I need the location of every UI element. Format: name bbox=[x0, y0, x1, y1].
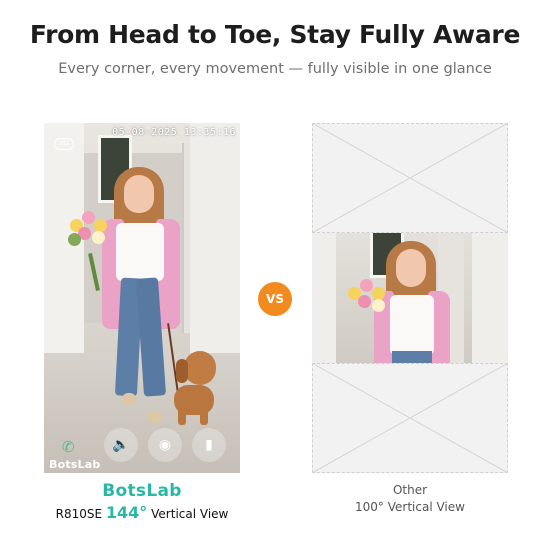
view-label: Vertical View bbox=[151, 507, 229, 521]
dog-leg bbox=[200, 409, 208, 425]
woman-jeans bbox=[392, 351, 432, 363]
woman-shoe-right bbox=[148, 411, 162, 423]
speaker-icon[interactable]: 🔈 bbox=[104, 428, 138, 462]
woman-shirt bbox=[390, 295, 434, 355]
vs-badge: VS bbox=[258, 282, 292, 316]
hallway-left-wall bbox=[312, 233, 336, 363]
botslab-caption: R810SE 144° Vertical View bbox=[44, 503, 240, 522]
woman-face bbox=[396, 249, 426, 287]
woman-face bbox=[124, 175, 154, 213]
phone-icon[interactable]: ✆ bbox=[62, 438, 75, 456]
view-angle: 144° bbox=[105, 503, 148, 522]
timestamp-overlay: 05-08-2025 13:35:16 bbox=[112, 127, 236, 138]
hd-badge[interactable]: HD bbox=[54, 138, 74, 150]
model-name: R810SE bbox=[55, 507, 103, 521]
video-icon[interactable]: ▮ bbox=[192, 428, 226, 462]
dog-head bbox=[184, 351, 216, 385]
subheadline: Every corner, every movement — fully vis… bbox=[58, 61, 492, 77]
other-view-label: 100° Vertical View bbox=[355, 500, 465, 514]
botslab-watermark: BotsLab bbox=[49, 458, 101, 471]
dog-leg bbox=[178, 409, 186, 425]
flower-bouquet bbox=[66, 209, 116, 253]
woman-shirt bbox=[116, 223, 164, 281]
hallway-right-wall bbox=[472, 233, 508, 363]
other-camera-view bbox=[312, 123, 508, 473]
other-camera-visible-strip bbox=[312, 233, 508, 363]
brand-logo: BotsLab bbox=[102, 481, 182, 501]
woman-shoe-left bbox=[122, 393, 136, 405]
flower-bouquet bbox=[346, 279, 390, 315]
camera-icon[interactable]: ◉ bbox=[148, 428, 182, 462]
botslab-camera-view: 05-08-2025 13:35:16 HD ✆ 🔈 ◉ ▮ BotsLab bbox=[44, 123, 240, 473]
dog-ear bbox=[176, 359, 188, 383]
other-label: Other bbox=[392, 483, 428, 497]
headline: From Head to Toe, Stay Fully Aware bbox=[29, 20, 521, 49]
